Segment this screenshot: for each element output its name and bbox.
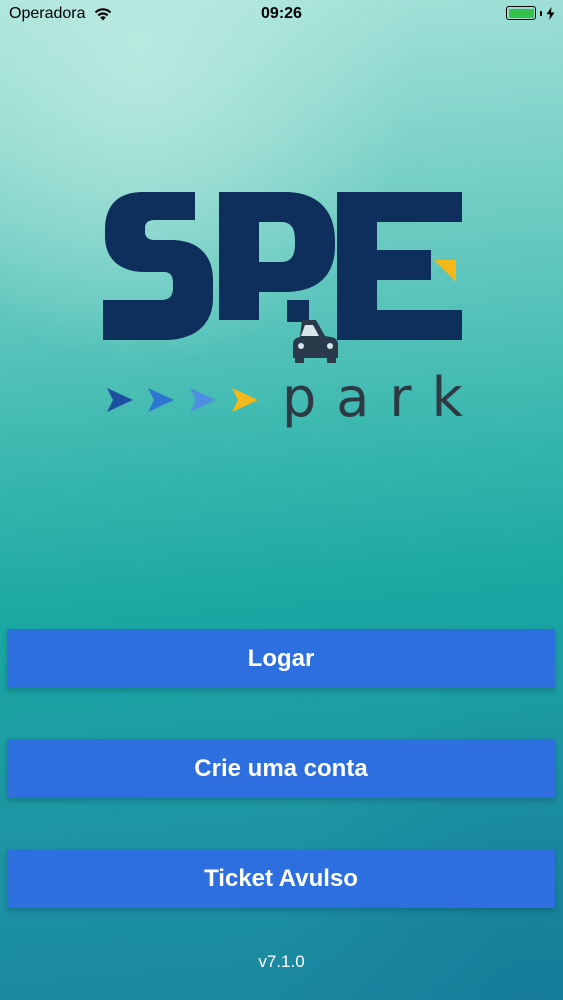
logo-arrows — [107, 388, 258, 412]
charging-icon — [546, 6, 555, 20]
arrow-1 — [107, 388, 133, 412]
battery-icon — [506, 6, 536, 20]
logo-letter-s — [103, 192, 213, 340]
spe-park-logo: park — [103, 192, 470, 429]
status-bar: Operadora 09:26 — [0, 0, 563, 30]
app-version: v7.1.0 — [258, 952, 305, 971]
logo-park-text: park — [282, 366, 470, 429]
car-icon — [293, 320, 338, 363]
create-account-button[interactable]: Crie uma conta — [7, 739, 555, 798]
arrow-4 — [232, 388, 258, 412]
logo-letter-p — [219, 192, 335, 320]
login-button[interactable]: Logar — [7, 629, 555, 688]
battery-fill — [508, 8, 534, 18]
arrow-2 — [148, 388, 174, 412]
arrow-3 — [190, 388, 216, 412]
logo-wordmark — [103, 192, 462, 363]
status-clock: 09:26 — [261, 5, 302, 22]
battery-indicator — [506, 6, 555, 20]
single-ticket-button[interactable]: Ticket Avulso — [7, 849, 555, 908]
logo-accent-triangle — [434, 260, 456, 282]
battery-tip — [540, 10, 542, 16]
logo-dot — [287, 300, 309, 322]
